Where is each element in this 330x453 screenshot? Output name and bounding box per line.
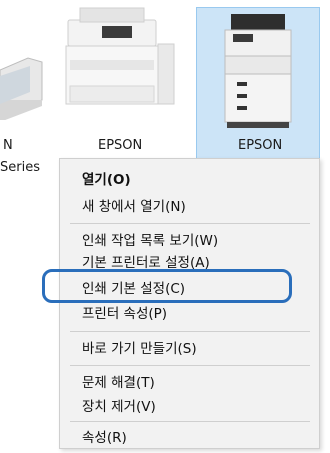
menu-item-properties[interactable]: 속성(R) [82,429,127,447]
menu-item-printing-preferences[interactable]: 인쇄 기본 설정(C) [82,280,185,298]
printer-icon [224,14,292,128]
menu-item-set-default-printer[interactable]: 기본 프린터로 설정(A) [82,254,210,272]
device-label: N [3,138,13,153]
menu-item-troubleshoot[interactable]: 문제 해결(T) [82,374,155,392]
menu-item-open[interactable]: 열기(O) [82,171,131,189]
menu-separator [70,331,310,332]
menu-separator [70,365,310,366]
menu-item-see-print-queue[interactable]: 인쇄 작업 목록 보기(W) [82,232,218,250]
menu-item-create-shortcut[interactable]: 바로 가기 만들기(S) [82,340,197,358]
device-label: EPSON [98,138,143,153]
printer-icon [65,7,175,105]
menu-item-printer-properties[interactable]: 프린터 속성(P) [82,305,167,323]
menu-item-remove-device[interactable]: 장치 제거(V) [82,398,156,416]
devices-view: N Series EPSON EPSON [0,0,330,180]
device-label: EPSON [238,138,283,153]
device-label-series: Series [0,160,40,175]
device-item-2[interactable]: EPSON [62,0,192,160]
menu-item-open-new-window[interactable]: 새 창에서 열기(N) [82,198,186,216]
device-item-3-selected[interactable]: EPSON [196,7,320,161]
menu-separator [70,223,310,224]
context-menu: 열기(O) 새 창에서 열기(N) 인쇄 작업 목록 보기(W) 기본 프린터로… [59,158,320,449]
printer-icon [0,57,43,120]
device-item-1[interactable]: N Series [0,0,55,180]
menu-separator [70,421,310,422]
